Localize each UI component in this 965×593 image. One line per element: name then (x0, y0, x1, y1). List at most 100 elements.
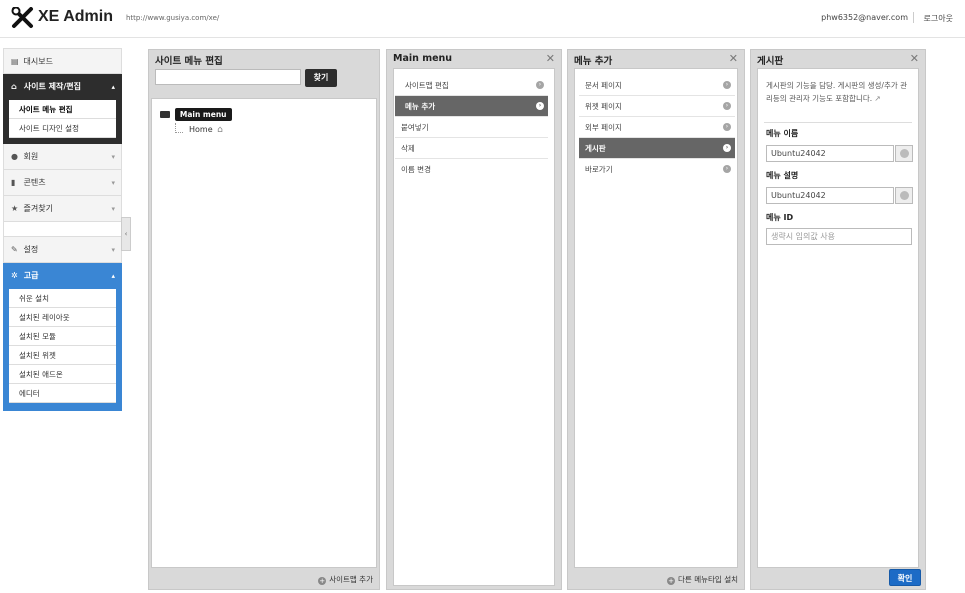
list-item-paste[interactable]: 붙여넣기 (395, 117, 548, 138)
plus-circle-icon: + (318, 577, 327, 585)
sidebar-sub-installed-widgets[interactable]: 설치된 위젯 (9, 346, 116, 365)
chevron-down-icon: ▾ (111, 246, 115, 254)
menu-desc-label: 메뉴 설명 (766, 171, 799, 180)
arrow-right-icon: › (723, 102, 731, 110)
sidebar-item-advanced[interactable]: ✲ 고급 ▴ (3, 263, 122, 289)
arrow-right-icon: › (723, 144, 731, 152)
main-menu-list-body: 사이트맵 편집 › 메뉴 추가 › 붙여넣기 삭제 이름 변경 (393, 68, 555, 586)
add-sitemap-link[interactable]: + 사이트맵 추가 (318, 574, 373, 585)
sidebar-sub-installed-addons[interactable]: 설치된 애드온 (9, 365, 116, 384)
list-item-label: 위젯 페이지 (585, 102, 622, 111)
panel-title: Main menu (393, 53, 453, 64)
plus-circle-icon: + (667, 577, 676, 585)
list-item-board[interactable]: 게시판 › (579, 138, 735, 159)
list-item-external-page[interactable]: 외부 페이지 › (579, 117, 735, 138)
brand-title[interactable]: XE Admin (38, 8, 113, 26)
list-item-label: 사이트맵 편집 (405, 81, 449, 90)
find-button[interactable]: 찾기 (305, 69, 337, 87)
menu-id-input[interactable]: 생략시 임의값 사용 (766, 228, 912, 245)
favorites-empty-area (3, 222, 122, 237)
sidebar-sub-site-menu-edit[interactable]: 사이트 메뉴 편집 (9, 100, 116, 119)
chevron-down-icon: ▾ (111, 153, 115, 161)
menu-desc-input[interactable]: Ubuntu24042 (766, 187, 894, 204)
site-url-link[interactable]: http://www.gusiya.com/xe/ (126, 14, 219, 22)
close-icon[interactable]: ✕ (910, 52, 919, 65)
sidebar-item-label: 콘텐츠 (23, 178, 46, 187)
tree-node-home[interactable]: Home ⌂ (189, 125, 223, 135)
menu-id-label: 메뉴 ID (766, 213, 794, 222)
main-menu-actions: 사이트맵 편집 › 메뉴 추가 › 붙여넣기 삭제 이름 변경 (395, 75, 548, 180)
sidebar-sub-editor[interactable]: 에디터 (9, 384, 116, 403)
arrow-right-icon: › (723, 81, 731, 89)
sidebar-item-favorites[interactable]: ★ 즐겨찾기 ▾ (3, 196, 122, 222)
menu-name-label: 메뉴 이름 (766, 129, 799, 138)
list-item-label: 삭제 (401, 144, 415, 153)
divider (764, 122, 912, 123)
list-item-document-page[interactable]: 문서 페이지 › (579, 75, 735, 96)
list-item-widget-page[interactable]: 위젯 페이지 › (579, 96, 735, 117)
arrow-right-icon: › (723, 165, 731, 173)
language-select-icon[interactable] (895, 145, 913, 162)
user-email-link[interactable]: phw6352@naver.com (821, 13, 908, 22)
list-item-sitemap-edit[interactable]: 사이트맵 편집 › (395, 75, 548, 96)
tree-root-label[interactable]: Main menu (174, 108, 232, 121)
sidebar-sub-installed-layouts[interactable]: 설치된 레이아웃 (9, 308, 116, 327)
list-item-add-menu[interactable]: 메뉴 추가 › (395, 96, 548, 117)
tree-connector (175, 123, 183, 133)
menu-type-list: 문서 페이지 › 위젯 페이지 › 외부 페이지 › 게시판 › 바로가기 › (579, 75, 735, 180)
document-icon: ▮ (11, 178, 16, 187)
add-sitemap-label: 사이트맵 추가 (329, 575, 373, 584)
list-item-label: 문서 페이지 (585, 81, 622, 90)
list-item-delete[interactable]: 삭제 (395, 138, 548, 159)
install-menu-type-link[interactable]: + 다른 메뉴타입 설치 (667, 574, 738, 585)
panel-title: 게시판 (757, 56, 784, 67)
logout-link[interactable]: 로그아웃 (924, 13, 953, 24)
wrench-icon: ✎ (11, 245, 18, 254)
list-item-label: 이름 변경 (401, 165, 431, 174)
list-item-label: 메뉴 추가 (405, 102, 436, 111)
sidebar-item-label: 회원 (23, 152, 39, 161)
close-icon[interactable]: ✕ (546, 52, 555, 65)
chevron-down-icon: ▾ (111, 179, 115, 187)
sidebar-item-label: 설정 (23, 245, 39, 254)
sidebar-item-site[interactable]: ⌂ 사이트 제작/편집 ▴ (3, 74, 122, 100)
sidebar-sub-site-design[interactable]: 사이트 디자인 설정 (9, 119, 116, 138)
dashboard-icon: ▤ (11, 57, 19, 66)
confirm-button[interactable]: 확인 (889, 569, 921, 586)
home-icon: ⌂ (11, 82, 17, 91)
list-item-rename[interactable]: 이름 변경 (395, 159, 548, 180)
panel-title: 메뉴 추가 (574, 56, 613, 67)
list-item-label: 붙여넣기 (401, 123, 429, 132)
header-divider (913, 12, 914, 23)
tree-node-main-menu[interactable]: Main menu (160, 108, 232, 121)
star-icon: ★ (11, 204, 19, 213)
sidebar-item-label: 대시보드 (23, 57, 53, 66)
sidebar-sub-easy-install[interactable]: 쉬운 설치 (9, 289, 116, 308)
sidebar-item-settings[interactable]: ✎ 설정 ▾ (3, 237, 122, 263)
external-link-icon[interactable]: ↗ (875, 94, 881, 103)
arrow-right-icon: › (536, 81, 544, 89)
list-item-shortcut[interactable]: 바로가기 › (579, 159, 735, 180)
menu-name-input[interactable]: Ubuntu24042 (766, 145, 894, 162)
arrow-right-icon: › (723, 123, 731, 131)
sitemap-tree: Main menu Home ⌂ (151, 98, 377, 568)
site-submenu: 사이트 메뉴 편집 사이트 디자인 설정 (3, 100, 122, 144)
menu-search-input[interactable] (155, 69, 301, 85)
install-menu-type-label: 다른 메뉴타입 설치 (678, 575, 738, 584)
sidebar-item-label: 사이트 제작/편집 (23, 82, 82, 91)
sidebar-item-content[interactable]: ▮ 콘텐츠 ▾ (3, 170, 122, 196)
list-item-label: 게시판 (585, 144, 606, 153)
chevron-up-icon: ▴ (111, 272, 115, 280)
language-select-icon[interactable] (895, 187, 913, 204)
board-form-body: 게시판의 기능을 담당. 게시판의 생성/추가 관리등의 관리자 기능도 포함합… (757, 68, 919, 568)
sidebar-item-member[interactable]: ● 회원 ▾ (3, 144, 122, 170)
home-icon: ⌂ (217, 125, 223, 135)
user-icon: ● (11, 152, 18, 161)
chevron-up-icon: ▴ (111, 83, 115, 91)
xe-logo-icon[interactable] (11, 7, 34, 29)
sidebar-collapse-toggle[interactable]: ‹ (121, 217, 131, 251)
close-icon[interactable]: ✕ (729, 52, 738, 65)
sidebar-item-dashboard[interactable]: ▤ 대시보드 (3, 48, 122, 74)
sidebar-sub-installed-modules[interactable]: 설치된 모듈 (9, 327, 116, 346)
sidebar: ▤ 대시보드 ⌂ 사이트 제작/편집 ▴ 사이트 메뉴 편집 사이트 디자인 설… (3, 48, 122, 411)
